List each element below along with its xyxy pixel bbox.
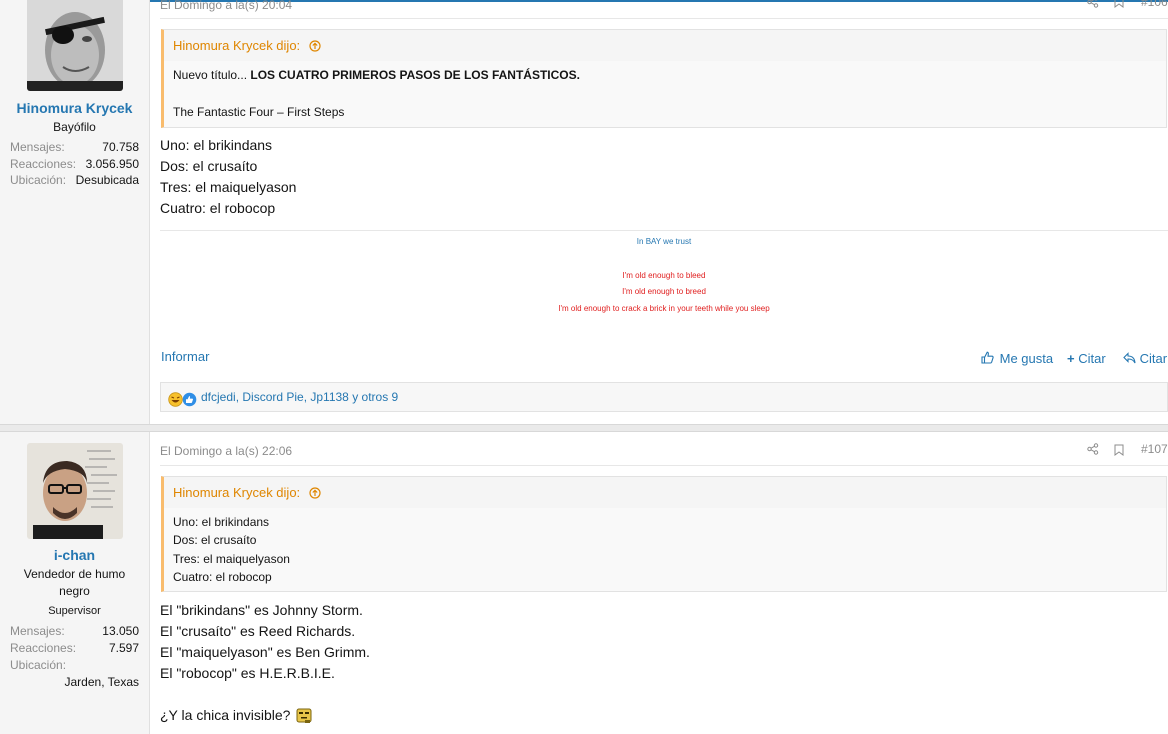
post-number[interactable]: #107 — [1141, 442, 1168, 456]
arrow-up-circle-icon[interactable] — [309, 487, 321, 499]
share-icon[interactable] — [1087, 443, 1099, 455]
stat-label: Reacciones: — [10, 641, 77, 655]
avatar[interactable] — [27, 0, 123, 91]
post-separator — [0, 424, 1168, 432]
quote-block: Hinomura Krycek dijo: Nuevo título... LO… — [161, 29, 1167, 128]
divider — [160, 18, 1168, 19]
quote-line: Nuevo título... LOS CUATRO PRIMEROS PASO… — [173, 68, 580, 82]
post-body-line: Tres: el maiquelyason — [160, 179, 297, 195]
stat-value[interactable]: 3.056.950 — [86, 157, 139, 171]
user-rank: Supervisor — [48, 605, 101, 617]
post-body-line: El "maiquelyason" es Ben Grimm. — [160, 644, 370, 660]
plus-icon: + — [1067, 351, 1075, 366]
signature-divider — [160, 230, 1168, 231]
report-link[interactable]: Informar — [161, 349, 209, 364]
post-body-text: ¿Y la chica invisible? — [160, 707, 291, 723]
stat-label: Mensajes: — [10, 624, 65, 638]
thinking-emoji-icon — [296, 708, 312, 724]
like-reaction-icon — [182, 392, 197, 407]
signature-line: I'm old enough to bleed — [622, 271, 706, 280]
quote-body: Nuevo título... LOS CUATRO PRIMEROS PASO… — [164, 61, 1166, 127]
post-106: Hinomura Krycek Bayófilo Mensajes: 70.75… — [0, 0, 1168, 424]
post-body-line: El "brikindans" es Johnny Storm. — [160, 602, 363, 618]
username[interactable]: i-chan — [0, 547, 149, 563]
quote-line: Uno: el brikindans — [173, 515, 270, 529]
stat-label: Reacciones: — [10, 157, 77, 171]
post-date[interactable]: El Domingo a la(s) 20:04 — [160, 0, 292, 12]
quote-line: Cuatro: el robocop — [173, 570, 272, 584]
bookmark-icon[interactable] — [1114, 0, 1124, 8]
quote-block: Hinomura Krycek dijo: Uno: el brikindans… — [161, 476, 1167, 592]
user-title: Vendedor de humo negro — [23, 567, 126, 598]
like-button[interactable]: Me gusta — [981, 351, 1053, 366]
laugh-reaction-icon — [168, 392, 183, 407]
quote-author-label[interactable]: Hinomura Krycek dijo: — [173, 485, 300, 500]
quote-line: The Fantastic Four – First Steps — [173, 105, 345, 119]
signature-line: I'm old enough to breed — [622, 287, 706, 296]
post-number[interactable]: #106 — [1141, 0, 1168, 9]
user-column: i-chan Vendedor de humo negro Supervisor… — [0, 432, 150, 734]
stat-label: Ubicación: — [10, 173, 67, 187]
quote-label[interactable]: Citar — [1078, 351, 1105, 366]
reactions-list[interactable]: dfcjedi, Discord Pie, Jp1138 y otros 9 — [201, 390, 398, 404]
post-body-line: El "robocop" es H.E.R.B.I.E. — [160, 665, 335, 681]
stat-value: 13.050 — [102, 624, 139, 638]
stat-value: Jarden, Texas — [64, 675, 140, 689]
post-date[interactable]: El Domingo a la(s) 22:06 — [160, 444, 292, 458]
arrow-up-circle-icon[interactable] — [309, 40, 321, 52]
stat-value[interactable]: 7.597 — [109, 641, 139, 655]
post-body-line: Uno: el brikindans — [160, 137, 273, 153]
quote-line: Dos: el crusaíto — [173, 533, 257, 547]
thumbs-up-icon — [981, 351, 994, 364]
avatar[interactable] — [27, 443, 123, 539]
bookmark-icon[interactable] — [1114, 444, 1124, 456]
user-column: Hinomura Krycek Bayófilo Mensajes: 70.75… — [0, 0, 150, 424]
post-107: i-chan Vendedor de humo negro Supervisor… — [0, 432, 1168, 734]
divider — [160, 465, 1168, 466]
reply-icon — [1123, 352, 1136, 364]
signature-line: I'm old enough to crack a brick in your … — [558, 304, 770, 313]
post-body-line: ¿Y la chica invisible? — [160, 707, 312, 724]
quote-author[interactable]: Hinomura Krycek dijo: — [173, 485, 321, 500]
stat-label: Ubicación: — [10, 658, 67, 672]
reply-button[interactable]: Citar — [1123, 351, 1167, 366]
post-body-line: El "crusaíto" es Reed Richards. — [160, 623, 356, 639]
post-body-line: Dos: el crusaíto — [160, 158, 258, 174]
quote-bold-text: LOS CUATRO PRIMEROS PASOS DE LOS FANTÁST… — [250, 68, 580, 82]
stat-value: 70.758 — [102, 140, 139, 154]
user-title: Bayófilo — [53, 120, 96, 134]
quote-button[interactable]: + Citar — [1067, 351, 1106, 366]
stat-label: Mensajes: — [10, 140, 65, 154]
stat-value: Desubicada — [75, 173, 139, 187]
username[interactable]: Hinomura Krycek — [0, 100, 149, 116]
reactions-bar[interactable]: dfcjedi, Discord Pie, Jp1138 y otros 9 — [160, 382, 1168, 412]
quote-text: Nuevo título... — [173, 68, 251, 82]
like-label[interactable]: Me gusta — [1000, 351, 1053, 366]
quote-body: Uno: el brikindans Dos: el crusaíto Tres… — [164, 508, 1166, 591]
quote-author-label[interactable]: Hinomura Krycek dijo: — [173, 38, 300, 53]
share-icon[interactable] — [1087, 0, 1099, 8]
post-body-line: Cuatro: el robocop — [160, 200, 276, 216]
reply-label[interactable]: Citar — [1140, 351, 1167, 366]
signature-line: In BAY we trust — [636, 237, 692, 246]
quote-author[interactable]: Hinomura Krycek dijo: — [173, 38, 321, 53]
quote-line: Tres: el maiquelyason — [173, 552, 290, 566]
